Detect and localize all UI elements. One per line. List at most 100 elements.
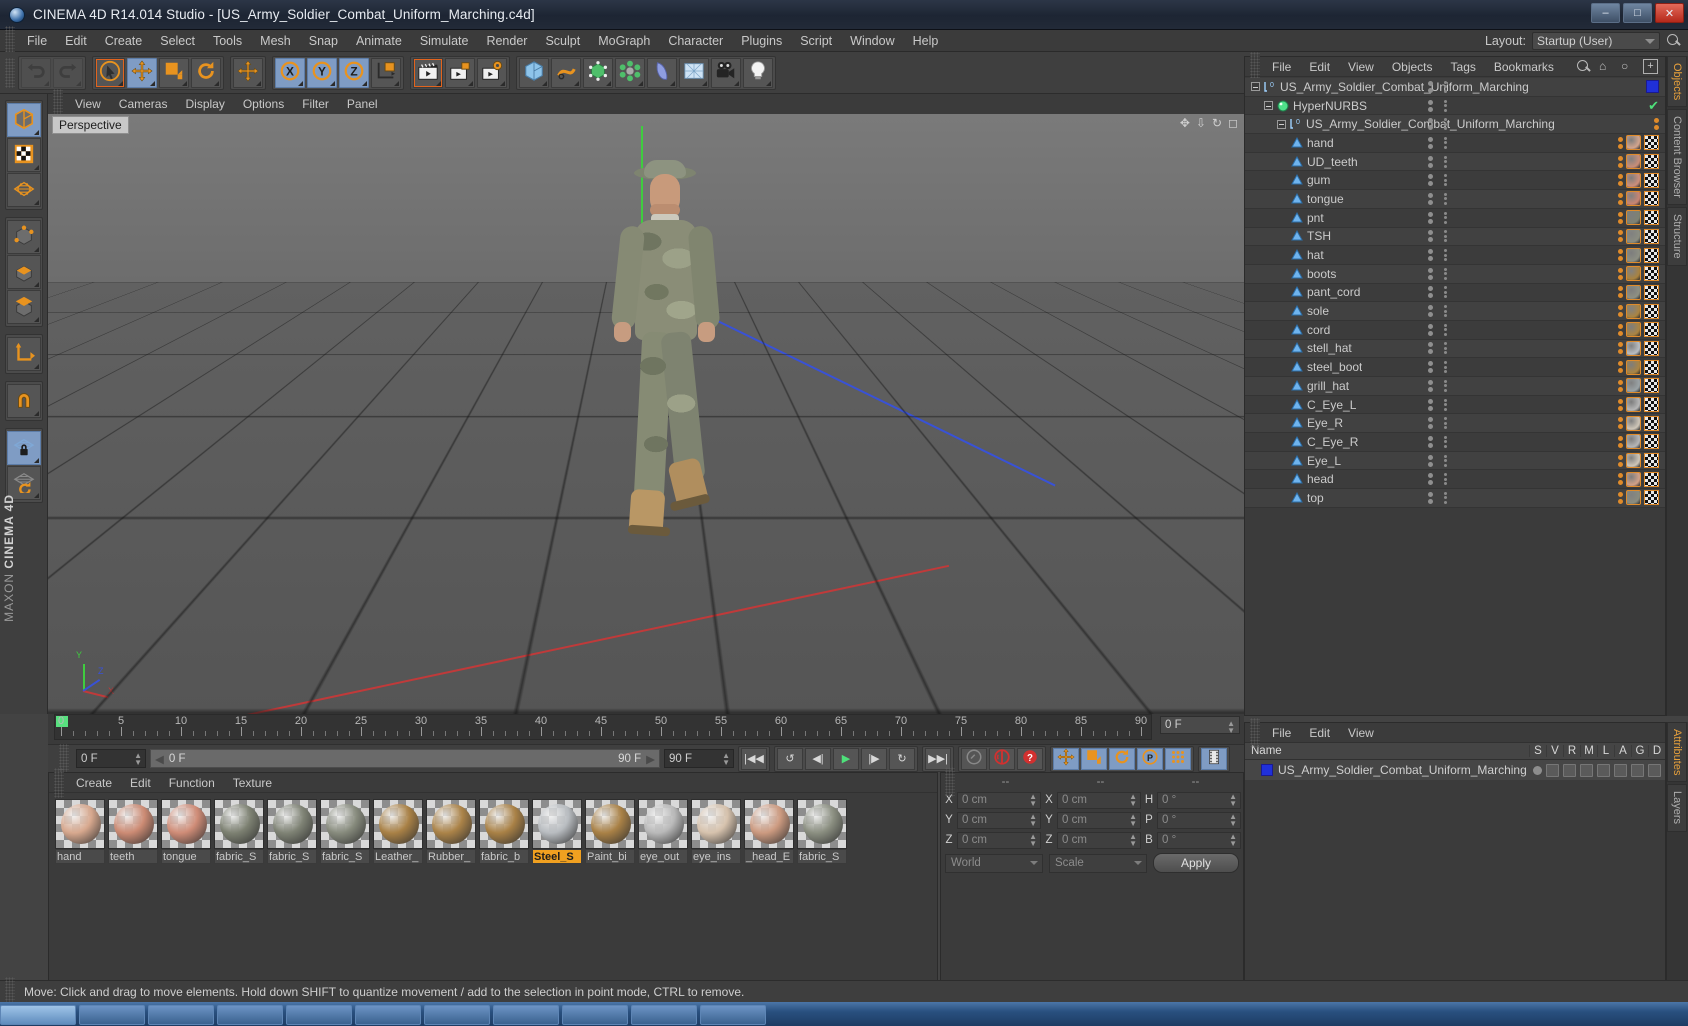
dolly-icon[interactable]: ⇩ (1196, 116, 1206, 130)
generators-toggle-icon[interactable] (1631, 763, 1644, 777)
coordinate-rotation-input[interactable]: 0 ° ▲ ▼ (1157, 811, 1241, 829)
visibility-dots[interactable] (1428, 192, 1433, 205)
object-manager-grip[interactable] (1250, 51, 1260, 82)
add-environment-button[interactable] (679, 57, 709, 88)
taskbar-item[interactable] (217, 1005, 283, 1025)
lock-z-button[interactable]: Z (339, 57, 369, 88)
edges-mode-button[interactable] (6, 255, 41, 289)
enable-dots[interactable] (1444, 249, 1447, 262)
object-row[interactable]: Eye_L (1245, 451, 1665, 471)
enable-dots[interactable] (1444, 192, 1447, 205)
animation-toggle-icon[interactable] (1614, 763, 1627, 777)
panel-tab-layers[interactable]: Layers (1667, 784, 1687, 832)
material-cell[interactable]: fabric_b (479, 799, 529, 864)
add-deformer-button[interactable] (647, 57, 677, 88)
material-preview[interactable] (214, 799, 264, 849)
tag-zone[interactable]: ✔ (1648, 98, 1659, 114)
uvw-tag-icon[interactable] (1644, 172, 1659, 188)
points-mode-button[interactable] (6, 220, 41, 254)
uvw-tag-icon[interactable] (1644, 415, 1659, 431)
material-cell[interactable]: Paint_bi (585, 799, 635, 864)
object-row[interactable]: hand (1245, 134, 1665, 153)
visible-toggle-icon[interactable] (1546, 763, 1559, 777)
material-tag-icon[interactable] (1626, 453, 1641, 469)
taskbar-item[interactable] (286, 1005, 352, 1025)
visibility-dots[interactable] (1428, 435, 1433, 448)
timeline-current-frame-field[interactable]: 0 F ▲ ▼ (1160, 716, 1240, 735)
tag-zone[interactable] (1618, 172, 1659, 188)
material-preview[interactable] (161, 799, 211, 849)
object-menu-tags[interactable]: Tags (1442, 57, 1485, 77)
material-menu-edit[interactable]: Edit (121, 773, 160, 793)
menu-mesh[interactable]: Mesh (251, 30, 300, 52)
add-spline-button[interactable] (551, 57, 581, 88)
tag-dots[interactable] (1618, 192, 1623, 205)
material-cell[interactable]: teeth (108, 799, 158, 864)
viewport-nav-icons[interactable]: ✥ ⇩ ↻ ◻ (1180, 116, 1238, 130)
object-row[interactable]: UD_teeth (1245, 152, 1665, 172)
play-button[interactable]: ▶ (833, 747, 859, 770)
taskbar-item[interactable] (79, 1005, 145, 1025)
taskbar-item[interactable] (700, 1005, 766, 1025)
uvw-tag-icon[interactable] (1644, 266, 1659, 282)
toolbar-grip[interactable] (5, 57, 15, 88)
object-row[interactable]: C_Eye_L (1245, 395, 1665, 415)
object-row[interactable]: pnt (1245, 208, 1665, 228)
viewport-menu-panel[interactable]: Panel (338, 94, 387, 114)
tag-zone[interactable] (1618, 154, 1659, 170)
record-rotation-button[interactable] (1109, 747, 1135, 770)
layer-color-swatch[interactable] (1646, 80, 1659, 94)
add-array-button[interactable] (615, 57, 645, 88)
material-tag-icon[interactable] (1626, 303, 1641, 319)
tag-dots[interactable] (1618, 435, 1623, 448)
home-icon[interactable]: ⌂ (1599, 59, 1614, 74)
go-to-start-button[interactable]: |◀◀ (741, 747, 767, 770)
uvw-tag-icon[interactable] (1644, 154, 1659, 170)
object-row[interactable]: stell_hat (1245, 339, 1665, 359)
coordinate-size-input[interactable]: 0 cm ▲ ▼ (1057, 831, 1141, 849)
menu-help[interactable]: Help (904, 30, 948, 52)
record-button[interactable] (989, 747, 1015, 770)
material-tag-icon[interactable] (1626, 397, 1641, 413)
menu-file[interactable]: File (18, 30, 56, 52)
object-row[interactable]: steel_boot (1245, 358, 1665, 377)
menu-plugins[interactable]: Plugins (732, 30, 791, 52)
tag-dots[interactable] (1618, 417, 1623, 430)
uvw-tag-icon[interactable] (1644, 228, 1659, 244)
material-tag-icon[interactable] (1626, 415, 1641, 431)
taskbar-item[interactable] (631, 1005, 697, 1025)
enable-dots[interactable] (1444, 435, 1447, 448)
layer-table-body[interactable]: US_Army_Soldier_Combat_Uniform_Marching (1245, 760, 1665, 780)
enable-dots[interactable] (1444, 174, 1447, 187)
manager-toggle-icon[interactable] (1580, 763, 1593, 777)
coordinate-position-input[interactable]: 0 cm ▲ ▼ (957, 811, 1041, 829)
tag-dots[interactable] (1618, 491, 1623, 504)
material-cell[interactable]: _head_E (744, 799, 794, 864)
panel-tab-attributes[interactable]: Attributes (1667, 722, 1687, 783)
record-position-button[interactable] (1053, 747, 1079, 770)
object-row[interactable]: HyperNURBS ✔ (1245, 96, 1665, 116)
material-preview[interactable] (585, 799, 635, 849)
uvw-tag-icon[interactable] (1644, 434, 1659, 450)
model-mode-button[interactable] (6, 103, 41, 137)
material-tag-icon[interactable] (1626, 228, 1641, 244)
tag-zone[interactable] (1618, 434, 1659, 450)
uvw-tag-icon[interactable] (1644, 340, 1659, 356)
scale-tool-button[interactable] (159, 57, 189, 88)
workplane-lock-button[interactable] (6, 431, 41, 465)
keyframe-mode-button[interactable] (1201, 747, 1227, 770)
lock-x-button[interactable]: X (275, 57, 305, 88)
render-toggle-icon[interactable] (1563, 763, 1576, 777)
object-axis-button[interactable] (6, 337, 41, 371)
rotate-tool-button[interactable] (191, 57, 221, 88)
record-pla-button[interactable] (1165, 747, 1191, 770)
tag-zone[interactable] (1618, 453, 1659, 469)
tag-dots[interactable] (1618, 342, 1623, 355)
material-tag-icon[interactable] (1626, 135, 1641, 151)
material-cell[interactable]: eye_ins (691, 799, 741, 864)
taskbar-item[interactable] (562, 1005, 628, 1025)
visibility-dots[interactable] (1428, 379, 1433, 392)
object-row[interactable]: boots (1245, 264, 1665, 284)
uvw-tag-icon[interactable] (1644, 135, 1659, 151)
visibility-dots[interactable] (1428, 342, 1433, 355)
